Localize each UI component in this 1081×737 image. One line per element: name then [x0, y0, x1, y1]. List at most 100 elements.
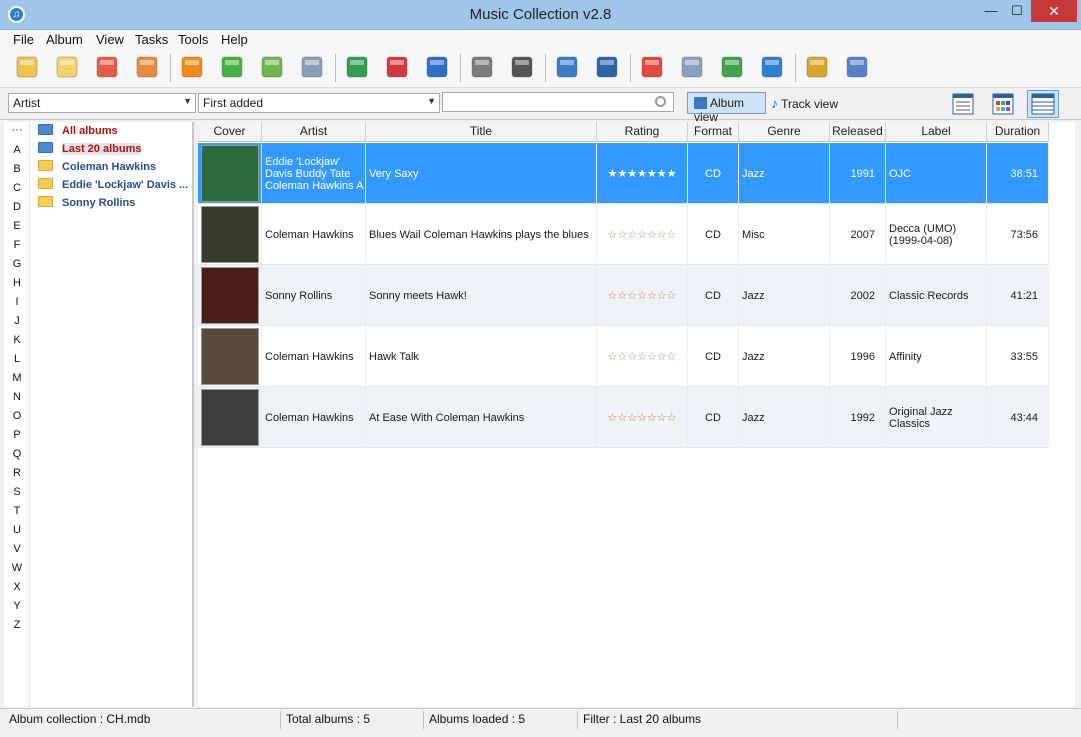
column-header-artist[interactable]: Artist — [262, 122, 366, 142]
letter-h[interactable]: H — [4, 277, 30, 289]
letter-o[interactable]: O — [4, 410, 30, 422]
column-header-label[interactable]: Label — [886, 122, 987, 142]
letter-all[interactable]: ··· — [4, 124, 30, 136]
format-cell: CD — [688, 204, 739, 265]
letter-q[interactable]: Q — [4, 448, 30, 460]
letter-l[interactable]: L — [4, 353, 30, 365]
letter-t[interactable]: T — [4, 505, 30, 517]
tree-item[interactable]: All albums — [38, 124, 118, 140]
book-icon[interactable] — [843, 53, 871, 81]
thumbnail-view-icon — [992, 93, 1014, 115]
menu-album[interactable]: Album — [46, 32, 83, 47]
letter-x[interactable]: X — [4, 581, 30, 593]
letter-e[interactable]: E — [4, 220, 30, 232]
letter-d[interactable]: D — [4, 201, 30, 213]
rating-stars[interactable]: ★★★★★★★ — [607, 167, 676, 180]
sort-order-select[interactable]: First added ▼ — [198, 93, 440, 113]
tree-item[interactable]: Last 20 albums — [38, 142, 142, 158]
album-row[interactable]: Sonny Rollins Sonny meets Hawk! ☆☆☆☆☆☆☆ CD J… — [198, 265, 1049, 326]
letter-v[interactable]: V — [4, 543, 30, 555]
scan-icon[interactable] — [298, 53, 326, 81]
letter-u[interactable]: U — [4, 524, 30, 536]
album-row[interactable]: Coleman Hawkins Hawk Talk ☆☆☆☆☆☆☆ CD Jazz 199… — [198, 326, 1049, 387]
plugin-icon[interactable] — [803, 53, 831, 81]
html-export-icon[interactable] — [508, 53, 536, 81]
artist-cell: Coleman Hawkins — [262, 387, 366, 448]
edit-icon[interactable] — [423, 53, 451, 81]
column-header-rating[interactable]: Rating — [597, 122, 688, 142]
sort-field-select[interactable]: Artist ▼ — [8, 93, 196, 113]
track-view-button[interactable]: ♪ Track view — [771, 93, 838, 113]
letter-s[interactable]: S — [4, 486, 30, 498]
letter-y[interactable]: Y — [4, 600, 30, 612]
letter-c[interactable]: C — [4, 182, 30, 194]
import-web-icon[interactable] — [133, 53, 161, 81]
zoom-icon[interactable] — [553, 53, 581, 81]
tree-item[interactable]: Sonny Rollins — [38, 196, 135, 212]
letter-m[interactable]: M — [4, 372, 30, 384]
rating-stars[interactable]: ☆☆☆☆☆☆☆ — [607, 228, 676, 241]
album-row[interactable]: Eddie 'Lockjaw' Davis Buddy Tate Coleman… — [198, 143, 1049, 204]
tree-item[interactable]: Eddie 'Lockjaw' Davis ... — [38, 178, 188, 194]
letter-z[interactable]: Z — [4, 619, 30, 631]
letter-k[interactable]: K — [4, 334, 30, 346]
column-header-duration[interactable]: Duration — [987, 122, 1049, 142]
music-note-icon: ♪ — [771, 95, 778, 111]
maximize-button[interactable]: ☐ — [1000, 0, 1034, 22]
column-header-genre[interactable]: Genre — [739, 122, 830, 142]
column-header-format[interactable]: Format — [688, 122, 739, 142]
title-cell: Very Saxy — [366, 143, 597, 204]
filter-bar: Artist ▼ First added ▼ Album view ♪ Trac… — [0, 88, 1081, 124]
letter-j[interactable]: J — [4, 315, 30, 327]
download-icon[interactable] — [218, 53, 246, 81]
close-button[interactable]: ✕ — [1031, 0, 1077, 22]
menu-view[interactable]: View — [96, 32, 124, 47]
column-header-cover[interactable]: Cover — [198, 122, 262, 142]
status-divider — [423, 711, 424, 729]
rating-stars[interactable]: ☆☆☆☆☆☆☆ — [607, 411, 676, 424]
open-album-icon[interactable] — [53, 53, 81, 81]
genre-cell: Jazz — [739, 143, 830, 204]
search-icon[interactable] — [655, 96, 666, 107]
letter-p[interactable]: P — [4, 429, 30, 441]
letter-r[interactable]: R — [4, 467, 30, 479]
menu-file[interactable]: File — [13, 32, 34, 47]
letter-f[interactable]: F — [4, 239, 30, 251]
column-header-released[interactable]: Released — [830, 122, 886, 142]
document-icon[interactable] — [678, 53, 706, 81]
letter-b[interactable]: B — [4, 163, 30, 175]
print-icon[interactable] — [468, 53, 496, 81]
add-album-icon[interactable] — [13, 53, 41, 81]
import-disc-icon[interactable] — [93, 53, 121, 81]
rating-stars[interactable]: ☆☆☆☆☆☆☆ — [607, 289, 676, 302]
folder-icon — [38, 160, 53, 171]
letter-g[interactable]: G — [4, 258, 30, 270]
letter-w[interactable]: W — [4, 562, 30, 574]
remove-track-icon[interactable] — [383, 53, 411, 81]
thumbnail-view-button[interactable] — [987, 90, 1019, 118]
eject-icon[interactable] — [178, 53, 206, 81]
details-view-button[interactable] — [947, 90, 979, 118]
album-row[interactable]: Coleman Hawkins At Ease With Coleman Hawk… — [198, 387, 1049, 448]
tree-item[interactable]: Coleman Hawkins — [38, 160, 156, 176]
user-icon[interactable] — [758, 53, 786, 81]
album-row[interactable]: Coleman Hawkins Blues Wail Coleman Hawkin… — [198, 204, 1049, 265]
letter-i[interactable]: I — [4, 296, 30, 308]
menu-tools[interactable]: Tools — [178, 32, 208, 47]
search-online-icon[interactable] — [258, 53, 286, 81]
pie-chart-icon[interactable] — [718, 53, 746, 81]
menu-tasks[interactable]: Tasks — [135, 32, 168, 47]
album-view-button[interactable]: Album view — [687, 92, 766, 124]
menu-help[interactable]: Help — [221, 32, 248, 47]
search-input[interactable] — [442, 92, 674, 112]
list-view-button[interactable] — [1027, 90, 1059, 118]
rating-stars[interactable]: ☆☆☆☆☆☆☆ — [607, 350, 676, 363]
letter-a[interactable]: A — [4, 144, 30, 156]
add-track-icon[interactable] — [343, 53, 371, 81]
column-header-title[interactable]: Title — [366, 122, 597, 142]
letter-n[interactable]: N — [4, 391, 30, 403]
find-icon[interactable] — [593, 53, 621, 81]
artist-cell: Eddie 'Lockjaw' Davis Buddy Tate Coleman… — [262, 143, 366, 204]
calendar-icon[interactable] — [638, 53, 666, 81]
genre-cell: Jazz — [739, 265, 830, 326]
